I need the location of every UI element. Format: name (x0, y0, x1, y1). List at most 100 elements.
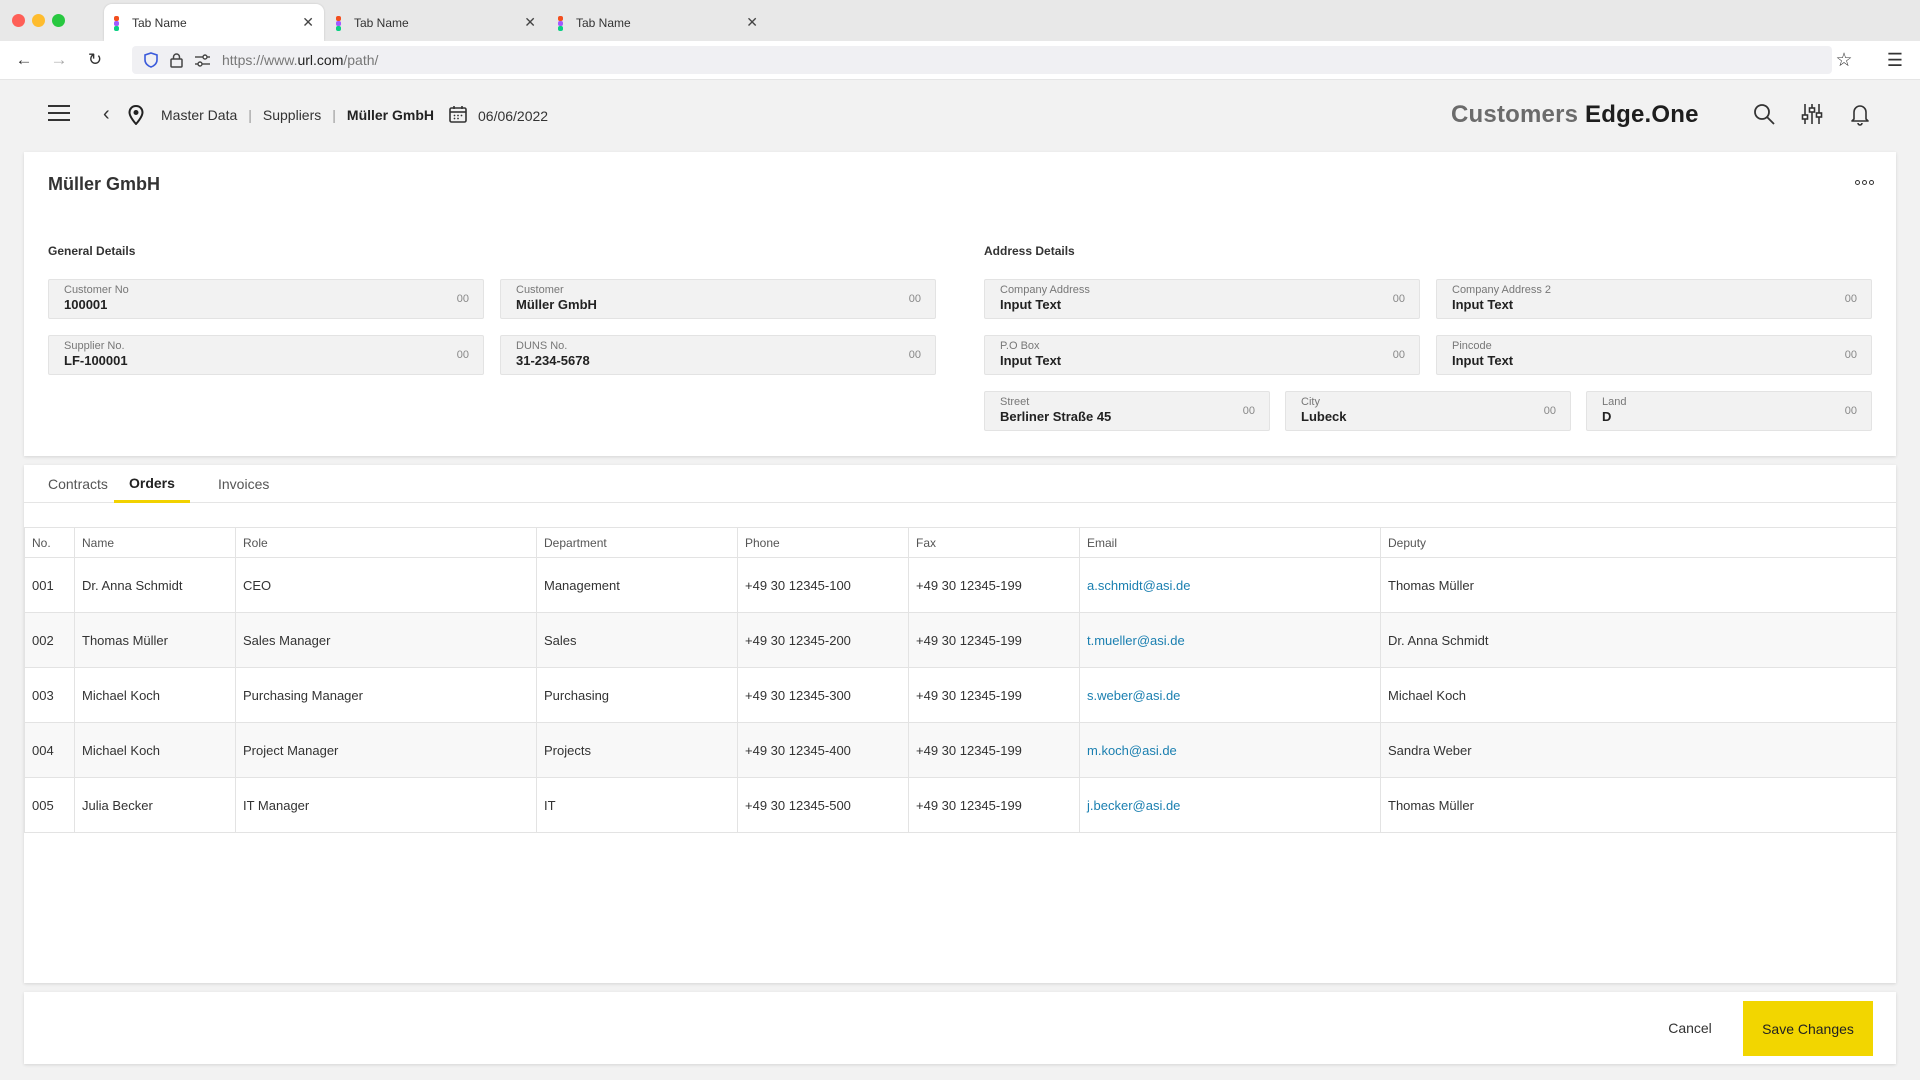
column-header[interactable]: Role (235, 527, 537, 558)
cell-department: Management (536, 557, 738, 613)
browser-tab-3[interactable]: Tab Name ✕ (548, 4, 768, 41)
table-row[interactable]: 002 Thomas Müller Sales Manager Sales +4… (24, 612, 1897, 668)
browser-tab-bar: Tab Name ✕ Tab Name ✕ Tab Name ✕ (0, 0, 1920, 41)
more-options-icon[interactable] (1855, 180, 1874, 185)
table-row[interactable]: 001 Dr. Anna Schmidt CEO Management +49 … (24, 557, 1897, 613)
figma-icon (114, 15, 124, 31)
lock-icon (170, 52, 183, 68)
column-header[interactable]: Fax (908, 527, 1080, 558)
cell-department: Purchasing (536, 667, 738, 723)
browser-tab-1[interactable]: Tab Name ✕ (104, 4, 324, 41)
duns-no-field[interactable]: DUNS No. 31-234-5678 00 (500, 335, 936, 375)
cell-role: Sales Manager (235, 612, 537, 668)
save-changes-button[interactable]: Save Changes (1743, 1001, 1873, 1056)
customer-no-field[interactable]: Customer No 100001 00 (48, 279, 484, 319)
reload-icon[interactable]: ↻ (83, 48, 107, 72)
land-field[interactable]: Land D 00 (1586, 391, 1872, 431)
cell-name: Thomas Müller (74, 612, 236, 668)
cell-email: m.koch@asi.de (1079, 722, 1381, 778)
cell-email: a.schmidt@asi.de (1079, 557, 1381, 613)
filter-sliders-icon[interactable] (1800, 102, 1826, 128)
email-link[interactable]: t.mueller@asi.de (1087, 633, 1185, 648)
chevron-left-icon[interactable]: ‹ (103, 103, 110, 126)
cancel-button[interactable]: Cancel (1640, 1010, 1740, 1046)
column-header[interactable]: Department (536, 527, 738, 558)
cell-name: Michael Koch (74, 667, 236, 723)
cell-role: Project Manager (235, 722, 537, 778)
column-header[interactable]: Email (1079, 527, 1381, 558)
column-header[interactable]: Name (74, 527, 236, 558)
footer-actions: Cancel Save Changes (24, 992, 1896, 1064)
table-row[interactable]: 005 Julia Becker IT Manager IT +49 30 12… (24, 777, 1897, 833)
cell-no: 004 (24, 722, 75, 778)
cell-email: t.mueller@asi.de (1079, 612, 1381, 668)
email-link[interactable]: j.becker@asi.de (1087, 798, 1180, 813)
brand-logo: Customers Edge.One (1451, 101, 1699, 128)
breadcrumb-separator: | (248, 107, 252, 123)
company-address-field[interactable]: Company Address Input Text 00 (984, 279, 1420, 319)
close-window-button[interactable] (12, 14, 25, 27)
close-icon[interactable]: ✕ (302, 14, 314, 31)
email-link[interactable]: m.koch@asi.de (1087, 743, 1177, 758)
street-field[interactable]: Street Berliner Straße 45 00 (984, 391, 1270, 431)
cell-phone: +49 30 12345-400 (737, 722, 909, 778)
app-header: ‹ Master Data | Suppliers | Müller GmbH … (0, 80, 1920, 152)
cell-name: Dr. Anna Schmidt (74, 557, 236, 613)
customer-field[interactable]: Customer Müller GmbH 00 (500, 279, 936, 319)
cell-no: 005 (24, 777, 75, 833)
back-arrow-icon[interactable]: ← (12, 48, 36, 72)
email-link[interactable]: a.schmidt@asi.de (1087, 578, 1191, 593)
city-field[interactable]: City Lubeck 00 (1285, 391, 1571, 431)
cell-email: s.weber@asi.de (1079, 667, 1381, 723)
close-icon[interactable]: ✕ (746, 14, 758, 31)
tab-label: Tab Name (354, 15, 409, 30)
company-address-2-field[interactable]: Company Address 2 Input Text 00 (1436, 279, 1872, 319)
orders-card: Contracts Orders Invoices No. Name Role … (24, 465, 1897, 983)
po-box-field[interactable]: P.O Box Input Text 00 (984, 335, 1420, 375)
menu-icon[interactable] (48, 105, 70, 123)
browser-menu-icon[interactable]: ☰ (1883, 48, 1907, 72)
breadcrumb-current: Müller GmbH (346, 107, 435, 123)
email-link[interactable]: s.weber@asi.de (1087, 688, 1180, 703)
pincode-field[interactable]: Pincode Input Text 00 (1436, 335, 1872, 375)
url-field[interactable]: https://www.url.com/path/ (132, 46, 1832, 74)
address-details-heading: Address Details (984, 244, 1075, 258)
cell-fax: +49 30 12345-199 (908, 557, 1080, 613)
close-icon[interactable]: ✕ (524, 14, 536, 31)
orders-table: No. Name Role Department Phone Fax Email… (24, 527, 1897, 833)
general-details-heading: General Details (48, 244, 136, 258)
browser-tab-2[interactable]: Tab Name ✕ (326, 4, 546, 41)
table-row[interactable]: 003 Michael Koch Purchasing Manager Purc… (24, 667, 1897, 723)
table-header-row: No. Name Role Department Phone Fax Email… (24, 527, 1897, 558)
breadcrumb-item[interactable]: Suppliers (263, 107, 321, 123)
tab-label: Tab Name (576, 15, 631, 30)
column-header[interactable]: Phone (737, 527, 909, 558)
breadcrumb-item[interactable]: Master Data (161, 107, 237, 123)
forward-arrow-icon[interactable]: → (47, 48, 71, 72)
cell-role: CEO (235, 557, 537, 613)
supplier-no-field[interactable]: Supplier No. LF-100001 00 (48, 335, 484, 375)
cell-no: 001 (24, 557, 75, 613)
figma-icon (336, 15, 346, 31)
maximize-window-button[interactable] (52, 14, 65, 27)
tab-invoices[interactable]: Invoices (203, 465, 284, 503)
tab-contracts[interactable]: Contracts (33, 465, 123, 503)
cell-role: Purchasing Manager (235, 667, 537, 723)
column-header[interactable]: Deputy (1380, 527, 1897, 558)
cell-role: IT Manager (235, 777, 537, 833)
bell-icon[interactable] (1848, 102, 1874, 128)
site-settings-icon[interactable] (195, 53, 210, 67)
bookmark-star-icon[interactable]: ☆ (1832, 48, 1856, 72)
table-row[interactable]: 004 Michael Koch Project Manager Project… (24, 722, 1897, 778)
column-header[interactable]: No. (24, 527, 75, 558)
minimize-window-button[interactable] (32, 14, 45, 27)
address-bar: ← → ↻ https://www.url.com/path/ ☆ ☰ (0, 41, 1920, 80)
tab-orders[interactable]: Orders (114, 465, 190, 503)
cell-phone: +49 30 12345-200 (737, 612, 909, 668)
page-title: Müller GmbH (48, 174, 161, 194)
cell-phone: +49 30 12345-300 (737, 667, 909, 723)
cell-fax: +49 30 12345-199 (908, 722, 1080, 778)
cell-fax: +49 30 12345-199 (908, 777, 1080, 833)
calendar-icon[interactable] (449, 105, 467, 128)
search-icon[interactable] (1752, 102, 1778, 128)
